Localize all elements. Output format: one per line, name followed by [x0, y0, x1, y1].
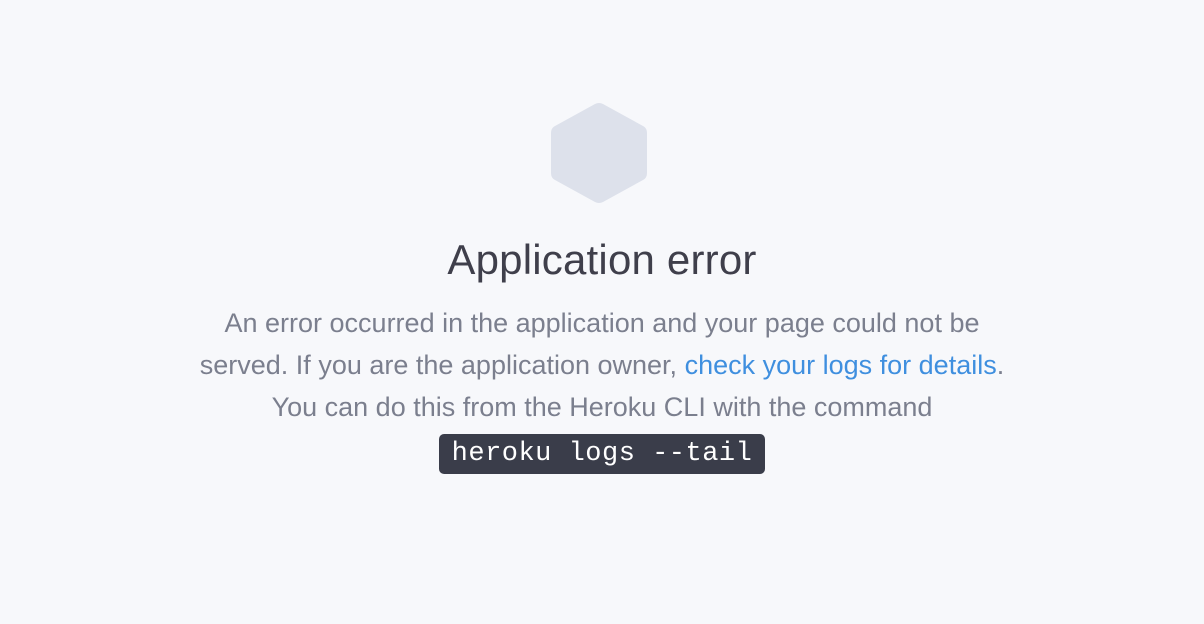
message-line-2-text: served. If you are the application owner…: [199, 350, 685, 380]
message-line-2-period: .: [996, 350, 1005, 380]
message-line-3: You can do this from the Heroku CLI with…: [271, 392, 933, 422]
message-line-2: served. If you are the application owner…: [130, 344, 1074, 386]
check-logs-link[interactable]: check your logs for details: [685, 350, 997, 380]
command-wrapper: heroku logs --tail: [130, 430, 1074, 474]
cli-command: heroku logs --tail: [438, 434, 766, 474]
error-page: Application error An error occurred in t…: [0, 0, 1204, 624]
page-title: Application error: [447, 236, 757, 283]
message-line-1: An error occurred in the application and…: [224, 308, 980, 338]
error-message: An error occurred in the application and…: [130, 302, 1074, 474]
hexagon-icon: [551, 103, 647, 203]
